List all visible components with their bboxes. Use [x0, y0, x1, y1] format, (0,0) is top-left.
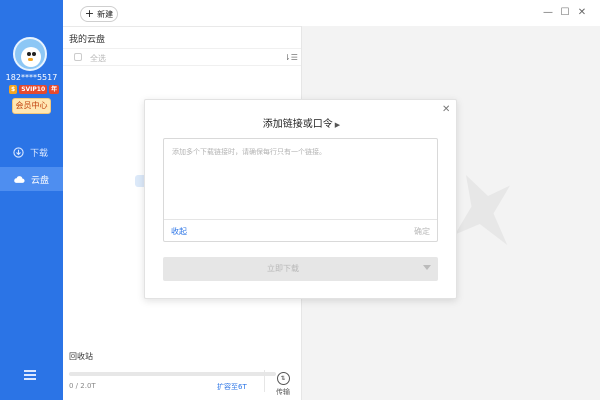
close-window-icon[interactable]: ✕	[575, 6, 589, 20]
select-all-checkbox[interactable]	[74, 53, 82, 61]
sidebar-item-label: 云盘	[31, 175, 50, 186]
link-box-footer: 收起 确定	[164, 219, 437, 242]
sort-icon[interactable]: ⇂☰	[284, 53, 298, 62]
sidebar-item-label: 下载	[30, 148, 49, 159]
dialog-title: 添加链接或口令 ▶	[145, 115, 458, 130]
username: 182****5517	[5, 73, 58, 82]
avatar-beak	[28, 58, 33, 61]
storage-text: 0 / 2.0T	[69, 382, 96, 390]
download-now-label: 立即下载	[267, 264, 299, 273]
avatar-face	[21, 47, 41, 67]
badge-coin: $	[9, 85, 18, 94]
user-avatar[interactable]	[13, 37, 47, 71]
collapse-button[interactable]: 收起	[171, 226, 187, 237]
download-arrow-icon	[13, 146, 24, 158]
chevron-down-icon[interactable]	[423, 265, 431, 270]
add-link-dialog: 添加链接或口令▶ ✕ 收起 确定 立即下载	[144, 99, 457, 299]
link-box: 收起 确定	[163, 138, 438, 242]
transfer-button[interactable]: ⇅ 传输	[272, 372, 294, 397]
caret-right-icon[interactable]: ▶	[335, 121, 340, 129]
link-input[interactable]	[172, 147, 430, 213]
badge-svip: SVIP10	[19, 85, 48, 94]
select-all-label: 全选	[90, 54, 106, 63]
download-now-button[interactable]: 立即下载	[163, 257, 438, 281]
recycle-bin-link[interactable]: 回收站	[69, 351, 93, 362]
avatar-eye-right	[32, 52, 36, 56]
vip-center-button[interactable]: 会员中心	[12, 98, 51, 114]
cloud-icon	[14, 175, 25, 183]
sidebar-item-download[interactable]: 下载	[0, 140, 63, 164]
menu-icon[interactable]	[24, 370, 36, 380]
vip-badges: $ SVIP10 年	[9, 85, 60, 94]
sidebar-item-cloud[interactable]: 云盘	[0, 167, 63, 191]
confirm-button[interactable]: 确定	[414, 226, 430, 237]
plus-icon: +	[84, 7, 95, 20]
expand-storage-link[interactable]: 扩容至6T	[217, 382, 247, 392]
sidebar: 182****5517 $ SVIP10 年 会员中心 下载 云盘	[0, 0, 63, 400]
close-icon[interactable]: ✕	[442, 104, 450, 115]
badge-year: 年	[49, 85, 60, 94]
transfer-label: 传输	[276, 388, 290, 396]
avatar-eye-left	[27, 52, 31, 56]
new-button[interactable]: + 新建	[80, 6, 118, 22]
maximize-icon[interactable]: ☐	[558, 6, 572, 20]
dialog-title-text: 添加链接或口令	[262, 119, 333, 130]
new-button-label: 新建	[97, 9, 114, 19]
minimize-icon[interactable]: —	[541, 6, 555, 20]
transfer-divider	[264, 370, 265, 392]
transfer-icon: ⇅	[276, 372, 290, 385]
storage-progress-bar	[69, 372, 276, 376]
panel-title: 我的云盘	[69, 35, 106, 45]
